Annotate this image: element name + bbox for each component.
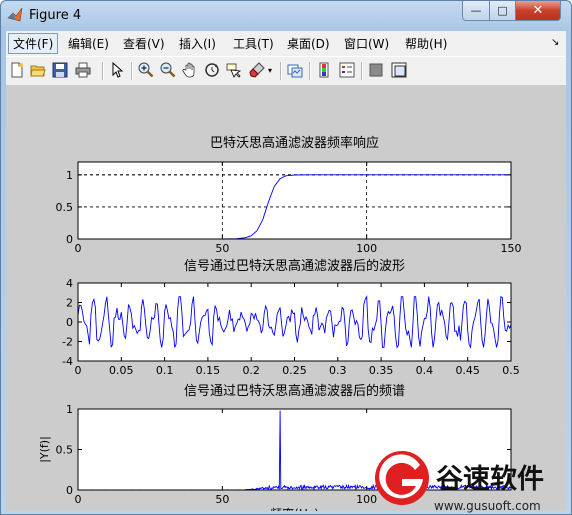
chart-title: 巴特沃思高通滤波器频率响应 — [210, 135, 379, 151]
watermark-url: www.gusuoft.com — [434, 499, 541, 513]
y-tick-label: 1 — [66, 169, 73, 182]
y-tick-label: 2 — [66, 297, 73, 310]
colorbar-icon[interactable] — [316, 62, 332, 78]
y-tick-label: -4 — [62, 355, 73, 368]
minimize-button[interactable]: — — [462, 1, 490, 21]
x-tick-label: 0 — [75, 493, 82, 506]
print-icon[interactable] — [75, 62, 91, 78]
toolbar-separator — [102, 62, 104, 80]
menu-file[interactable]: 文件(F) — [8, 33, 59, 54]
axes-background — [78, 283, 511, 361]
y-tick-label: 0.5 — [56, 444, 74, 457]
menu-edit[interactable]: 编辑(E) — [68, 35, 109, 52]
y-tick-label: -2 — [62, 336, 73, 349]
y-axis-label: |Y(f)| — [38, 436, 51, 463]
x-axis-label: 频率(Hz) — [270, 506, 319, 511]
hide-plot-tools-icon[interactable] — [368, 62, 384, 78]
x-tick-label: 0.25 — [282, 364, 307, 377]
brush-dropdown-icon[interactable]: ▾ — [268, 66, 272, 75]
save-icon[interactable] — [52, 62, 68, 78]
rotate-3d-icon[interactable] — [204, 62, 220, 78]
new-figure-icon[interactable] — [9, 62, 25, 78]
y-tick-label: 0 — [66, 484, 73, 497]
menu-tools[interactable]: 工具(T) — [233, 35, 274, 52]
watermark-brand: 谷速软件 — [436, 464, 544, 495]
toolbar-separator — [131, 62, 133, 80]
zoom-in-icon[interactable] — [138, 62, 154, 78]
menu-help[interactable]: 帮助(H) — [405, 35, 447, 52]
y-tick-label: 0 — [66, 233, 73, 246]
zoom-out-icon[interactable] — [160, 62, 176, 78]
menu-overflow-icon[interactable]: ↘ — [551, 37, 559, 48]
chart-title: 信号通过巴特沃思高通滤波器后的频谱 — [184, 383, 405, 399]
title-bar[interactable]: Figure 4 — □ ✕ — [1, 1, 571, 31]
x-tick-label: 0.3 — [329, 364, 347, 377]
x-tick-label: 0.05 — [109, 364, 134, 377]
menu-bar: 文件(F) 编辑(E) 查看(V) 插入(I) 工具(T) 桌面(D) 窗口(W… — [6, 31, 566, 56]
menu-insert[interactable]: 插入(I) — [179, 35, 216, 52]
y-tick-label: 1 — [66, 403, 73, 416]
link-plot-icon[interactable] — [287, 62, 303, 78]
x-tick-label: 0.35 — [369, 364, 394, 377]
chart-title: 信号通过巴特沃思高通滤波器后的波形 — [184, 258, 405, 274]
x-tick-label: 0.1 — [156, 364, 174, 377]
menu-desktop[interactable]: 桌面(D) — [287, 35, 330, 52]
toolbar-separator — [280, 62, 282, 80]
menu-view[interactable]: 查看(V) — [123, 35, 165, 52]
y-tick-label: 0 — [66, 316, 73, 329]
y-tick-label: 4 — [66, 277, 73, 290]
watermark: 谷速软件 www.gusuoft.com — [375, 451, 544, 513]
x-tick-label: 50 — [215, 493, 229, 506]
matlab-logo-icon — [7, 7, 23, 22]
toolbar: ▾ — [6, 56, 566, 86]
x-tick-label: 0.5 — [502, 364, 520, 377]
figure-window: Figure 4 — □ ✕ 文件(F) 编辑(E) 查看(V) 插入(I) 工… — [0, 0, 572, 515]
x-tick-label: 100 — [356, 242, 377, 255]
window-title: Figure 4 — [29, 8, 82, 23]
x-tick-label: 0.15 — [196, 364, 221, 377]
client-area: 文件(F) 编辑(E) 查看(V) 插入(I) 工具(T) 桌面(D) 窗口(W… — [6, 31, 566, 514]
maximize-button[interactable]: □ — [489, 1, 516, 21]
y-tick-label: 0.5 — [56, 201, 74, 214]
brush-icon[interactable] — [249, 62, 265, 78]
x-tick-label: 0 — [75, 242, 82, 255]
x-tick-label: 0 — [75, 364, 82, 377]
menu-window[interactable]: 窗口(W) — [344, 35, 389, 52]
select-arrow-icon[interactable] — [109, 62, 125, 78]
toolbar-separator — [309, 62, 311, 80]
toolbar-separator — [361, 62, 363, 80]
pan-hand-icon[interactable] — [182, 62, 198, 78]
open-file-icon[interactable] — [30, 62, 46, 78]
x-tick-label: 0.2 — [242, 364, 260, 377]
legend-icon[interactable] — [339, 62, 355, 78]
close-button[interactable]: ✕ — [515, 1, 561, 21]
x-tick-label: 0.4 — [416, 364, 434, 377]
show-plot-tools-icon[interactable] — [391, 62, 407, 78]
x-tick-label: 150 — [501, 242, 522, 255]
data-cursor-icon[interactable] — [226, 62, 242, 78]
axes-background — [78, 162, 511, 239]
x-tick-label: 50 — [215, 242, 229, 255]
x-tick-label: 0.45 — [455, 364, 480, 377]
